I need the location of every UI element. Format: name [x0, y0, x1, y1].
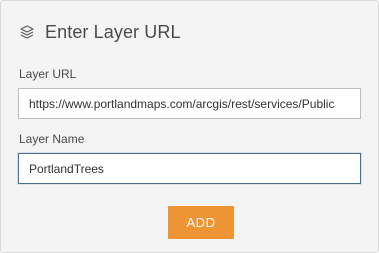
- layer-url-label: Layer URL: [19, 67, 77, 81]
- panel-header: Enter Layer URL: [18, 19, 181, 45]
- add-button[interactable]: ADD: [168, 206, 234, 239]
- panel-title: Enter Layer URL: [45, 21, 181, 42]
- layer-name-input[interactable]: [18, 153, 361, 184]
- layers-icon: [18, 23, 36, 41]
- layer-name-label: Layer Name: [19, 132, 85, 146]
- layer-url-input[interactable]: [18, 88, 361, 119]
- enter-layer-url-panel: Enter Layer URL Layer URL Layer Name ADD: [0, 0, 379, 253]
